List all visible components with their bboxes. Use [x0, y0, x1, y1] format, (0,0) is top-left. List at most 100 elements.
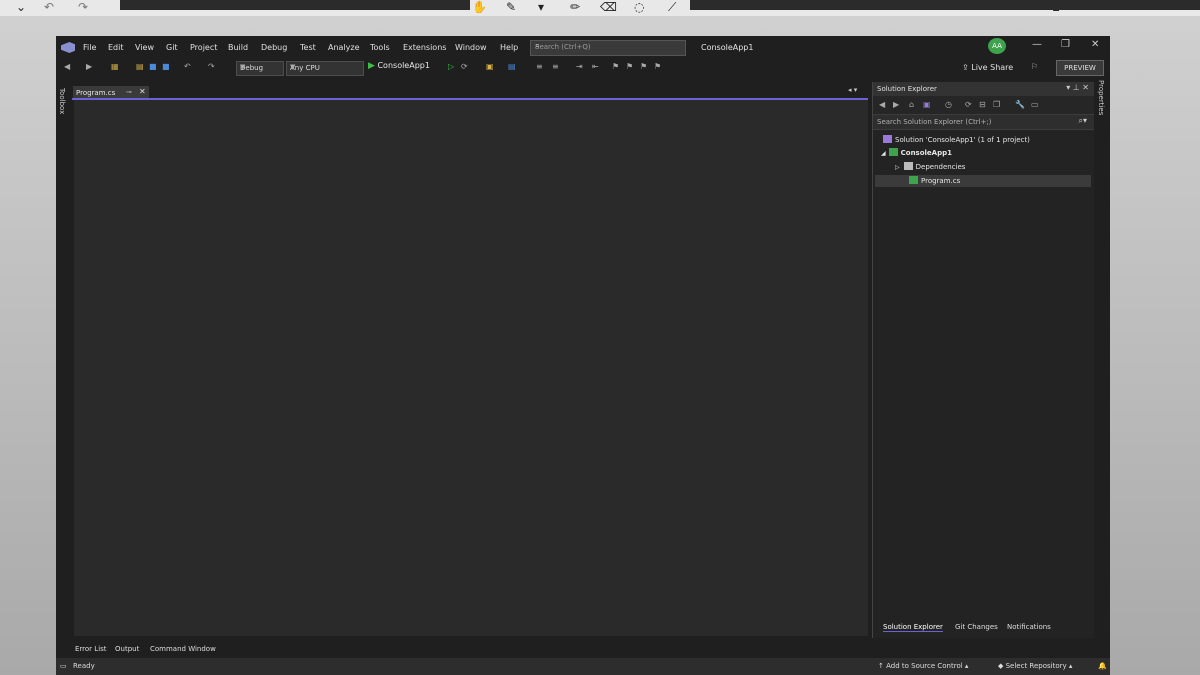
outdent-icon[interactable]: ⇤ — [592, 62, 600, 72]
menu-test[interactable]: Test — [300, 43, 316, 52]
refresh-icon[interactable]: ⟳ — [965, 100, 973, 110]
solution-explorer-panel: Solution Explorer ▾ ⊥ ✕ ◀ ▶ ⌂ ▣ ◷ ⟳ ⊟ ❐ … — [872, 82, 1095, 638]
ruler-icon[interactable]: ⟋ — [668, 0, 676, 14]
toolbox-strip[interactable]: Toolbox — [56, 78, 72, 638]
solution-explorer-header: Solution Explorer ▾ ⊥ ✕ — [873, 82, 1095, 96]
chevron-up-icon: ▴ — [1066, 662, 1073, 670]
toolbar-shadow — [690, 0, 1200, 10]
tree-item-program-cs[interactable]: Program.cs — [909, 176, 960, 188]
redo-icon[interactable]: ↷ — [78, 0, 88, 14]
tree-item-dependencies[interactable]: ▷ Dependencies — [895, 162, 965, 174]
touch-icon[interactable]: ✋ — [472, 0, 487, 14]
menu-tools[interactable]: Tools — [370, 43, 390, 52]
preview-button[interactable]: PREVIEW — [1056, 60, 1104, 76]
select-repository-button[interactable]: ◆ Select Repository ▴ — [998, 662, 1072, 670]
tab-output[interactable]: Output — [115, 645, 139, 653]
hot-reload-icon[interactable]: ⟳ — [461, 62, 469, 72]
menu-help[interactable]: Help — [500, 43, 518, 52]
add-to-source-control-label: Add to Source Control — [886, 662, 963, 670]
menu-project[interactable]: Project — [190, 43, 217, 52]
menu-build[interactable]: Build — [228, 43, 248, 52]
browse-icon[interactable]: ▣ — [486, 62, 494, 72]
chevron-up-icon: ▴ — [962, 662, 969, 670]
close-icon[interactable]: ✕ — [139, 87, 146, 96]
restore-icon[interactable]: ❐ — [1061, 39, 1070, 50]
show-all-files-icon[interactable]: ❐ — [993, 100, 1001, 110]
indent-icon[interactable]: ⇥ — [576, 62, 584, 72]
forward-icon[interactable]: ▶ — [86, 62, 94, 72]
undo-icon[interactable]: ↶ — [44, 0, 54, 14]
bookmark-clear-icon[interactable]: ⚑ — [654, 62, 662, 72]
window-layout-icon[interactable]: ▤ — [508, 62, 516, 72]
start-debugging-button[interactable]: ▶ ConsoleApp1 — [368, 61, 430, 75]
live-share-button[interactable]: ⇪ Live Share — [962, 63, 1013, 72]
tab-overflow-icon[interactable]: ◂ ▾ — [848, 86, 857, 94]
pen-icon[interactable]: ▾ — [538, 0, 544, 14]
feedback-icon[interactable]: ⚐ — [1031, 62, 1039, 72]
properties-label: Properties — [1097, 80, 1105, 116]
solution-explorer-search-input[interactable]: Search Solution Explorer (Ctrl+;) ⌕▾ — [873, 114, 1095, 130]
tab-solution-explorer[interactable]: Solution Explorer — [883, 623, 943, 632]
tree-item-project[interactable]: ◢ ConsoleApp1 — [881, 148, 952, 160]
pin-icon[interactable]: ⊸ — [126, 88, 132, 96]
minimize-icon[interactable]: — — [1032, 39, 1042, 50]
share-icon: ⇪ — [962, 63, 972, 72]
lasso-icon[interactable]: ◌ — [634, 0, 644, 14]
menu-file[interactable]: File — [83, 43, 96, 52]
properties-strip[interactable]: Properties — [1094, 78, 1110, 638]
back-icon[interactable]: ◀ — [879, 100, 887, 110]
tree-item-solution[interactable]: Solution 'ConsoleApp1' (1 of 1 project) — [883, 135, 1030, 147]
uncomment-icon[interactable]: ≡ — [552, 62, 560, 72]
menu-extensions[interactable]: Extensions — [403, 43, 446, 52]
start-without-debugging-icon[interactable]: ▷ — [448, 62, 456, 72]
save-icon[interactable]: ■ — [149, 62, 157, 72]
switch-views-icon[interactable]: ▣ — [923, 100, 931, 110]
bookmark-prev-icon[interactable]: ⚑ — [626, 62, 634, 72]
search-input[interactable]: Search (Ctrl+Q) ⌕ — [530, 40, 686, 56]
menu-edit[interactable]: Edit — [108, 43, 124, 52]
highlighter-icon[interactable]: ✏ — [570, 0, 580, 14]
menu-debug[interactable]: Debug — [261, 43, 287, 52]
visual-studio-logo-icon — [61, 42, 75, 53]
bookmark-icon[interactable]: ⚑ — [612, 62, 620, 72]
solution-explorer-toolbar: ◀ ▶ ⌂ ▣ ◷ ⟳ ⊟ ❐ 🔧 ▭ — [873, 96, 1095, 114]
chevron-down-icon[interactable]: ⌄ — [16, 0, 26, 14]
collapse-all-icon[interactable]: ⊟ — [979, 100, 987, 110]
add-to-source-control-button[interactable]: ↑ Add to Source Control ▴ — [878, 662, 968, 670]
back-icon[interactable]: ◀ — [64, 62, 72, 72]
properties-icon[interactable]: 🔧 — [1015, 100, 1025, 110]
redo-icon[interactable]: ↷ — [208, 62, 216, 72]
tab-error-list[interactable]: Error List — [75, 645, 107, 653]
code-editor[interactable] — [74, 100, 868, 636]
comment-icon[interactable]: ≡ — [536, 62, 544, 72]
menu-git[interactable]: Git — [166, 43, 178, 52]
tab-command-window[interactable]: Command Window — [150, 645, 216, 653]
new-project-icon[interactable]: ▦ — [111, 62, 119, 72]
status-bar: ▭ Ready ↑ Add to Source Control ▴ ◆ Sele… — [56, 658, 1110, 675]
preview-selected-icon[interactable]: ▭ — [1031, 100, 1039, 110]
tab-label: Program.cs — [76, 89, 116, 97]
live-share-label: Live Share — [971, 63, 1014, 72]
open-folder-icon[interactable]: ▤ — [136, 62, 144, 72]
menu-view[interactable]: View — [135, 43, 154, 52]
pending-changes-icon[interactable]: ◷ — [945, 100, 953, 110]
platform-dropdown[interactable]: Any CPU ▼ — [286, 61, 364, 76]
configuration-dropdown[interactable]: Debug ▼ — [236, 61, 284, 76]
notifications-bell-icon[interactable]: 🔔 — [1098, 662, 1107, 670]
close-icon[interactable]: ✕ — [1082, 83, 1089, 92]
bookmark-next-icon[interactable]: ⚑ — [640, 62, 648, 72]
avatar[interactable]: AA — [988, 38, 1006, 54]
menu-analyze[interactable]: Analyze — [328, 43, 360, 52]
menu-window[interactable]: Window — [455, 43, 487, 52]
eraser-icon[interactable]: ⌫ — [600, 0, 617, 14]
forward-icon[interactable]: ▶ — [893, 100, 901, 110]
tab-git-changes[interactable]: Git Changes — [955, 623, 998, 631]
tree-item-label: ConsoleApp1 — [900, 149, 952, 157]
home-icon[interactable]: ⌂ — [909, 100, 917, 110]
pen-icon[interactable]: ✎ — [506, 0, 516, 14]
save-all-icon[interactable]: ■ — [162, 62, 170, 72]
tab-notifications[interactable]: Notifications — [1007, 623, 1051, 631]
close-icon[interactable]: ✕ — [1091, 39, 1099, 50]
undo-icon[interactable]: ↶ — [184, 62, 192, 72]
pin-icon[interactable]: ⊥ — [1073, 83, 1083, 92]
